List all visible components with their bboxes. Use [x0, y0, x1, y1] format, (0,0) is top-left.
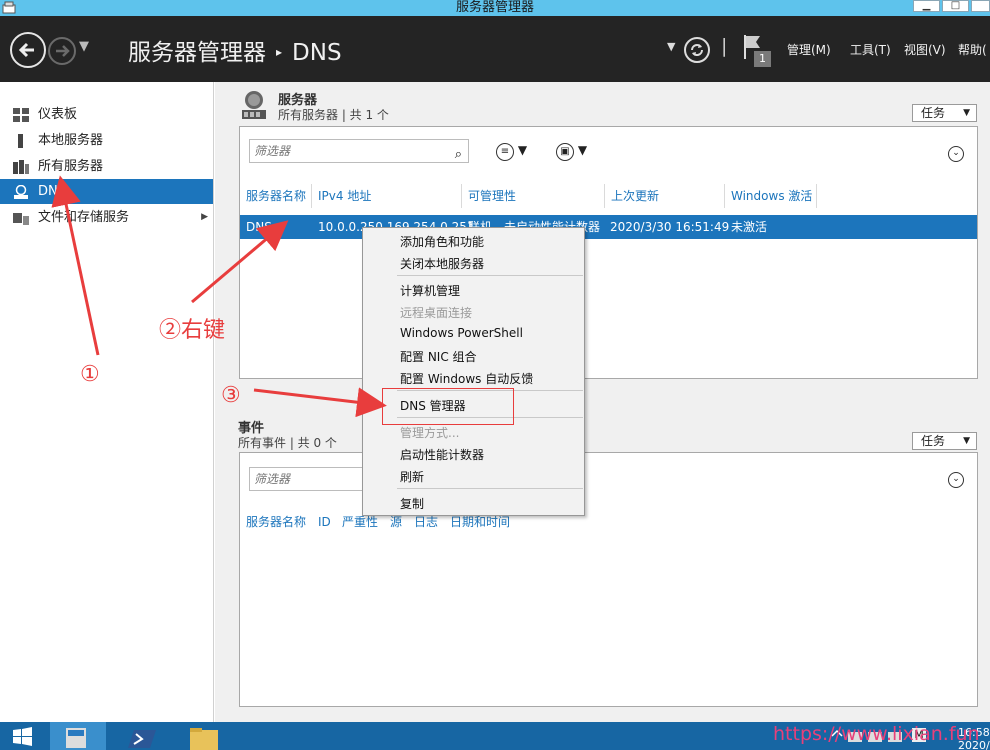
start-button[interactable]: [5, 722, 41, 750]
taskbar-powershell[interactable]: [120, 722, 170, 750]
taskbar-file-explorer[interactable]: [180, 722, 230, 750]
taskbar-server-manager[interactable]: [50, 722, 106, 750]
annotation-step1: ①: [80, 362, 100, 387]
server-manager-taskbar-icon: [66, 728, 86, 748]
arrow-step1: [51, 175, 100, 356]
folder-icon: [190, 728, 218, 750]
watermark: https://www.lixian.fun: [773, 723, 980, 745]
arrow-step2: [191, 220, 289, 304]
annotation-step2: ②右键: [159, 318, 226, 343]
arrow-step3: [253, 387, 387, 418]
windows-logo-icon: [13, 727, 32, 746]
annotation-arrows: [51, 175, 387, 418]
powershell-icon: [128, 730, 156, 748]
annotation-step3: ③: [221, 383, 241, 408]
